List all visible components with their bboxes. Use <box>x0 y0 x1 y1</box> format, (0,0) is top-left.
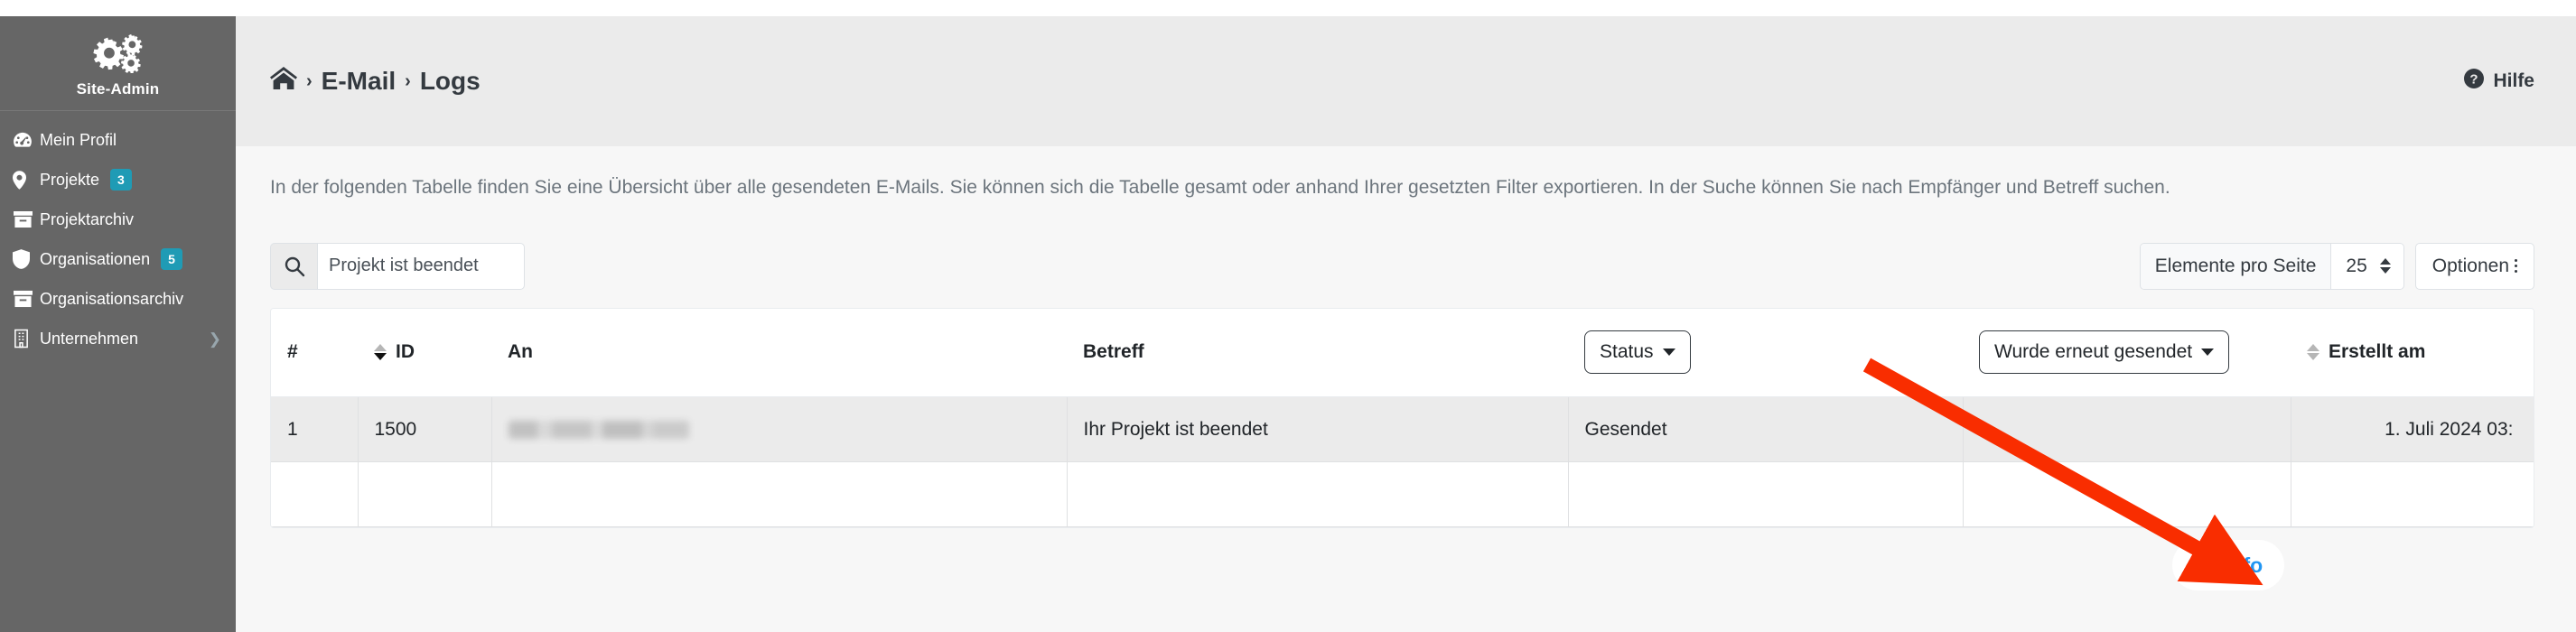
info-circle-icon: i <box>2190 553 2214 577</box>
sidebar-badge-organisationen: 5 <box>161 248 182 270</box>
sidebar-item-label: Organisationen <box>40 249 151 268</box>
sidebar-item-projektarchiv[interactable]: Projektarchiv <box>0 200 236 239</box>
redacted-email-block <box>508 421 689 439</box>
sidebar-brand[interactable]: Site-Admin <box>0 16 236 111</box>
search-icon[interactable] <box>270 242 317 290</box>
page-header: › E-Mail › Logs ? Hilfe <box>236 16 2576 146</box>
resent-filter-label: Wurde erneut gesendet <box>1994 341 2193 363</box>
cell-recipient-redacted <box>491 396 1068 463</box>
sidebar-badge-projekte: 3 <box>110 169 132 191</box>
column-header-resent: Wurde erneut gesendet <box>1963 308 2291 398</box>
cell-subject <box>1067 461 1569 528</box>
breadcrumb-item-email[interactable]: E-Mail <box>322 67 396 96</box>
search-input[interactable] <box>317 242 525 290</box>
breadcrumb-separator: › <box>405 70 411 91</box>
svg-text:?: ? <box>2470 72 2478 88</box>
column-header-index: # <box>271 308 358 398</box>
sidebar-brand-title: Site-Admin <box>76 80 160 98</box>
chevron-down-icon <box>1662 349 1675 357</box>
column-header-erstellt-am[interactable]: Erstellt am <box>2291 308 2534 398</box>
app-root: Site-Admin Mein Profil Projekte 3 Projek… <box>0 0 2576 632</box>
building-icon <box>13 329 40 349</box>
toolbar-right-controls: Elemente pro Seite 25 Optionen <box>2139 242 2534 290</box>
table-row[interactable] <box>271 461 2534 528</box>
status-filter-dropdown[interactable]: Status <box>1584 330 1691 375</box>
kebab-menu-icon <box>2515 259 2517 274</box>
column-label-erstellt-am: Erstellt am <box>2329 341 2426 363</box>
options-button-label: Optionen <box>2431 255 2509 276</box>
column-label-id: ID <box>396 341 415 363</box>
archive-box-icon <box>13 290 40 308</box>
cell-resent <box>1963 461 2291 528</box>
column-header-status: Status <box>1568 308 1963 398</box>
help-button[interactable]: ? Hilfe <box>2463 68 2534 95</box>
resent-filter-dropdown[interactable]: Wurde erneut gesendet <box>1979 330 2230 375</box>
options-button[interactable]: Optionen <box>2414 242 2534 290</box>
column-label-index: # <box>287 341 298 363</box>
cell-status <box>1568 461 1964 528</box>
cell-id: 1500 <box>358 396 492 463</box>
breadcrumb-item-logs[interactable]: Logs <box>420 67 481 96</box>
sidebar-item-label: Projektarchiv <box>40 209 135 228</box>
cell-index <box>271 461 359 528</box>
updown-spinner-icon <box>2379 258 2391 274</box>
table-toolbar: Elemente pro Seite 25 Optionen <box>270 242 2534 290</box>
sort-icon-id[interactable] <box>374 344 387 361</box>
sidebar-item-label: Organisationsarchiv <box>40 289 184 308</box>
sidebar: Site-Admin Mein Profil Projekte 3 Projek… <box>0 16 236 632</box>
sidebar-item-label: Unternehmen <box>40 329 139 348</box>
column-header-betreff: Betreff <box>1067 308 1568 398</box>
chevron-right-icon: ❯ <box>208 330 221 348</box>
sidebar-item-label: Mein Profil <box>40 130 117 149</box>
column-header-an: An <box>491 308 1067 398</box>
info-button-label: Info <box>2225 553 2263 577</box>
help-button-label: Hilfe <box>2493 70 2534 91</box>
cell-subject: Ihr Projekt ist beendet <box>1067 396 1569 463</box>
cell-created-at <box>2291 461 2534 528</box>
sidebar-item-organisationen[interactable]: Organisationen 5 <box>0 239 236 279</box>
search-group <box>270 242 525 290</box>
map-pin-icon <box>13 170 40 190</box>
status-filter-label: Status <box>1600 341 1654 363</box>
info-button[interactable]: i Info <box>2172 540 2285 590</box>
sidebar-nav: Mein Profil Projekte 3 Projektarchiv Org… <box>0 111 236 358</box>
page-intro-text: In der folgenden Tabelle finden Sie eine… <box>270 177 2170 198</box>
cell-created-at: 1. Juli 2024 03: <box>2291 396 2534 463</box>
archive-box-icon <box>13 210 40 228</box>
cell-recipient <box>491 461 1068 528</box>
per-page-label: Elemente pro Seite <box>2140 243 2331 289</box>
dashboard-gauge-icon <box>13 132 40 148</box>
shield-icon <box>13 249 40 269</box>
logs-table: # ID An Betreff Status Wurde erneut gese… <box>271 308 2534 528</box>
cell-index: 1 <box>271 396 359 463</box>
sidebar-item-mein-profil[interactable]: Mein Profil <box>0 120 236 160</box>
sidebar-item-organisationsarchiv[interactable]: Organisationsarchiv <box>0 279 236 319</box>
breadcrumb: › E-Mail › Logs <box>270 66 481 97</box>
table-row[interactable]: 1 1500 Ihr Projekt ist beendet Gesendet … <box>271 396 2534 463</box>
sidebar-item-label: Projekte <box>40 170 100 189</box>
cell-status: Gesendet <box>1568 396 1964 463</box>
cell-id <box>358 461 492 528</box>
breadcrumb-separator: › <box>306 70 313 91</box>
home-icon[interactable] <box>270 66 297 97</box>
sidebar-item-unternehmen[interactable]: Unternehmen ❯ <box>0 319 236 358</box>
column-header-id[interactable]: ID <box>358 308 491 398</box>
per-page-control: Elemente pro Seite 25 <box>2139 242 2404 290</box>
chevron-down-icon <box>2201 349 2215 357</box>
per-page-select[interactable]: 25 <box>2330 243 2403 289</box>
sidebar-item-projekte[interactable]: Projekte 3 <box>0 160 236 200</box>
cell-resent <box>1963 396 2291 463</box>
column-label-betreff: Betreff <box>1083 341 1144 363</box>
logs-table-container: # ID An Betreff Status Wurde erneut gese… <box>270 307 2534 529</box>
question-circle-icon: ? <box>2463 68 2485 95</box>
table-header-row: # ID An Betreff Status Wurde erneut gese… <box>271 308 2534 398</box>
sort-icon-erstellt-am[interactable] <box>2307 344 2319 361</box>
gears-icon <box>90 32 146 75</box>
per-page-value: 25 <box>2346 255 2367 276</box>
column-label-an: An <box>508 341 533 363</box>
